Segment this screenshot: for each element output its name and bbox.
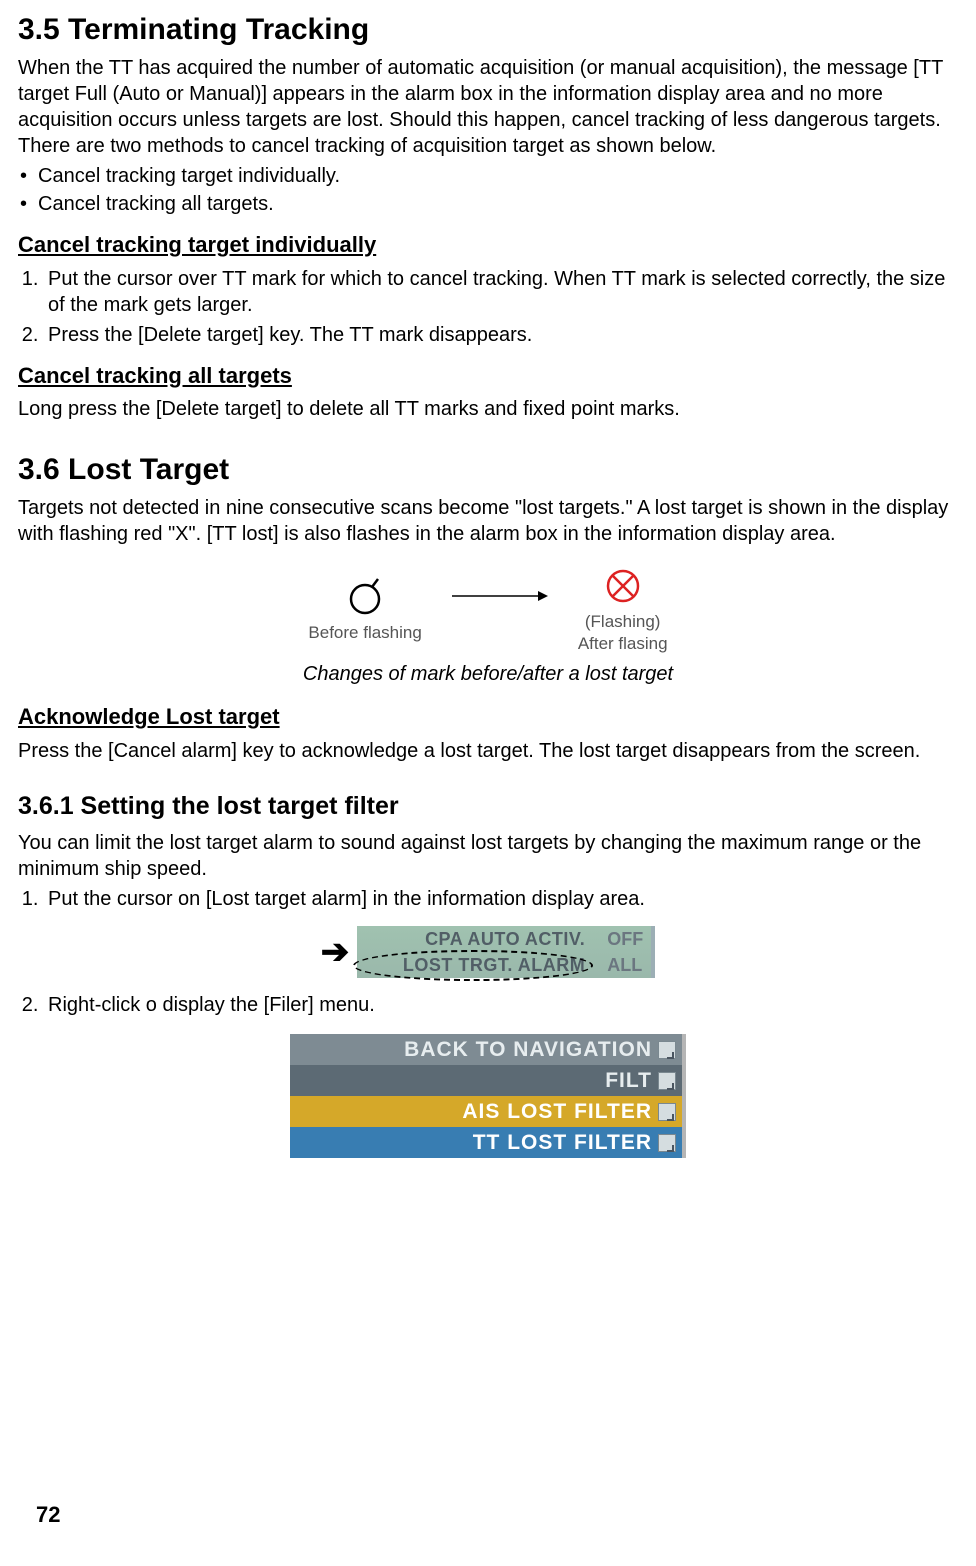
checkbox-icon [658,1072,676,1090]
bullet-item: Cancel tracking target individually. [18,163,958,189]
arrow-right-icon: ➔ [321,930,350,974]
acknowledge-heading: Acknowledge Lost target [18,703,958,732]
before-flashing-label: Before flashing [308,622,421,644]
section-3-6-1-heading: 3.6.1 Setting the lost target filter [18,790,958,823]
figure-caption: Changes of mark before/after a lost targ… [18,661,958,687]
step-item: Right-click o display the [Filer] menu. [44,992,958,1018]
cancel-all-text: Long press the [Delete target] to delete… [18,396,958,422]
section-3-6-heading: 3.6 Lost Target [18,450,958,489]
lost-trgt-alarm-value: ALL [603,954,651,977]
section-3-5-bullets: Cancel tracking target individually. Can… [18,163,958,217]
lost-target-figure: Before flashing (Flashing) After flasing [18,565,958,655]
cancel-individually-heading: Cancel tracking target individually [18,231,958,260]
filter-menu: BACK TO NAVIGATION FILT AIS LOST FILTER … [290,1034,686,1158]
menu-item-filt[interactable]: FILT [290,1065,682,1096]
cancel-all-heading: Cancel tracking all targets [18,362,958,391]
section-3-6-1-intro: You can limit the lost target alarm to s… [18,830,958,882]
checkbox-icon [658,1134,676,1152]
bullet-item: Cancel tracking all targets. [18,191,958,217]
section-3-5-intro: When the TT has acquired the number of a… [18,55,958,159]
step-item: Put the cursor over TT mark for which to… [44,266,958,318]
after-flashing-mark: (Flashing) After flasing [578,565,668,655]
checkbox-icon [658,1041,676,1059]
section-3-6-1-steps-cont: Right-click o display the [Filer] menu. [44,992,958,1018]
step-item: Press the [Delete target] key. The TT ma… [44,322,958,348]
before-flashing-mark: Before flashing [308,576,421,644]
cancel-individually-steps: Put the cursor over TT mark for which to… [44,266,958,348]
radar-panel-screenshot: ➔ CPA AUTO ACTIV. OFF LOST TRGT. ALARM A… [18,926,958,978]
filter-menu-screenshot: BACK TO NAVIGATION FILT AIS LOST FILTER … [18,1034,958,1158]
menu-item-ais-lost-filter[interactable]: AIS LOST FILTER [290,1096,682,1127]
section-3-6-intro: Targets not detected in nine consecutive… [18,495,958,547]
circle-x-icon [602,565,644,607]
circle-tick-icon [344,576,386,618]
menu-item-back-to-navigation[interactable]: BACK TO NAVIGATION [290,1034,682,1065]
page-number: 72 [36,1501,60,1530]
menu-item-tt-lost-filter[interactable]: TT LOST FILTER [290,1127,682,1158]
after-flashing-label: (Flashing) After flasing [578,611,668,655]
section-3-5-heading: 3.5 Terminating Tracking [18,10,958,49]
step-item: Put the cursor on [Lost target alarm] in… [44,886,958,912]
checkbox-icon [658,1103,676,1121]
radar-panel: CPA AUTO ACTIV. OFF LOST TRGT. ALARM ALL [357,926,655,978]
cpa-auto-activ-label: CPA AUTO ACTIV. [357,928,603,951]
arrow-right-icon [450,581,550,611]
cpa-auto-activ-value: OFF [603,928,651,951]
section-3-6-1-steps: Put the cursor on [Lost target alarm] in… [44,886,958,912]
acknowledge-text: Press the [Cancel alarm] key to acknowle… [18,738,958,764]
lost-trgt-alarm-label[interactable]: LOST TRGT. ALARM [357,954,603,977]
